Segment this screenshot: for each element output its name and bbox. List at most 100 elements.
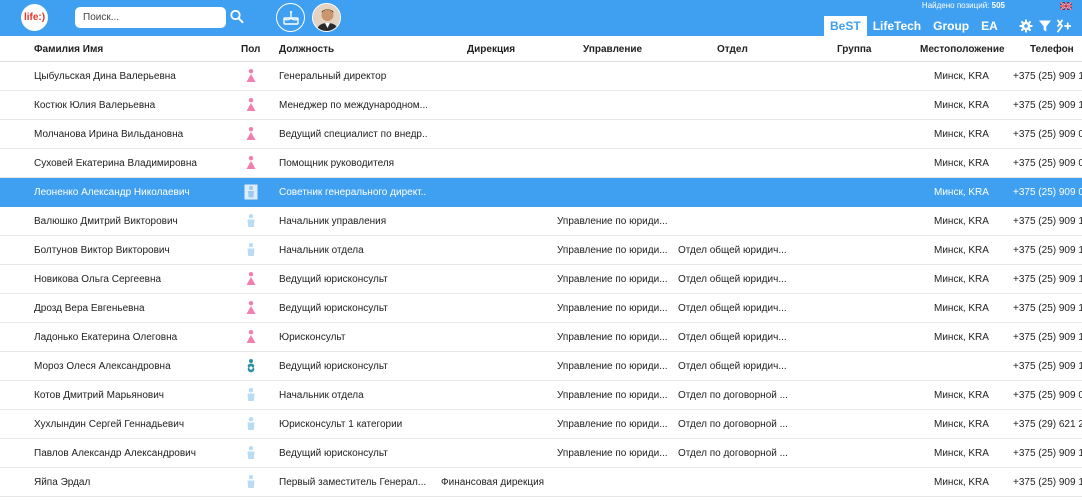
cell-location: Минск, KRA <box>934 390 989 401</box>
tab-group[interactable]: Group <box>927 16 975 36</box>
col-header-position[interactable]: Должность <box>279 44 334 55</box>
cell-management: Управление по юриди... <box>557 448 668 459</box>
table-row[interactable]: Костюк Юлия Валерьевна Менеджер по междун… <box>0 91 1082 120</box>
cell-phone: +375 (25) 909 09 <box>1013 390 1082 401</box>
toolbar-icons <box>1019 19 1071 33</box>
table-row[interactable]: Валюшко Дмитрий Викторович Начальник упра… <box>0 207 1082 236</box>
table-row[interactable]: Болтунов Виктор Викторович Начальник отде… <box>0 236 1082 265</box>
cell-phone: +375 (25) 909 01 <box>1013 187 1082 198</box>
cell-department: Отдел по договорной ... <box>678 419 788 430</box>
table-row[interactable]: Молчанова Ирина Вильдановна Ведущий специ… <box>0 120 1082 149</box>
cell-name: Павлов Александр Александрович <box>34 448 196 459</box>
female-icon <box>244 126 258 142</box>
cell-position: Юрисконсульт <box>279 332 346 343</box>
top-bar: life:) Найдено позиций: 505 BeST LifeTec… <box>0 0 1082 36</box>
cell-phone: +375 (25) 909 10 <box>1013 100 1082 111</box>
cell-department: Отдел по договорной ... <box>678 448 788 459</box>
cell-phone: +375 (25) 909 09 <box>1013 129 1082 140</box>
cell-name: Болтунов Виктор Викторович <box>34 245 170 256</box>
found-label-text: Найдено позиций: <box>921 1 990 10</box>
col-header-phone[interactable]: Телефон <box>1030 44 1074 55</box>
tab-ea[interactable]: EA <box>975 16 1004 36</box>
cell-position: Ведущий юрисконсульт <box>279 303 388 314</box>
cell-location: Минск, KRA <box>934 448 989 459</box>
birthday-cake-button[interactable] <box>276 3 305 32</box>
col-header-gender[interactable]: Пол <box>241 44 260 55</box>
cell-position: Ведущий юрисконсульт <box>279 274 388 285</box>
cell-location: Минск, KRA <box>934 332 989 343</box>
table-row[interactable]: Новикова Ольга Сергеевна Ведущий юрисконс… <box>0 265 1082 294</box>
found-count-label: Найдено позиций: 505 <box>922 1 1005 10</box>
tab-lifetech[interactable]: LifeTech <box>867 16 927 36</box>
col-header-department[interactable]: Отдел <box>717 44 748 55</box>
cell-location: Минск, KRA <box>934 216 989 227</box>
col-header-management[interactable]: Управление <box>583 44 642 55</box>
user-avatar[interactable] <box>312 3 341 32</box>
female-icon <box>244 97 258 113</box>
cell-direction: Финансовая дирекция <box>441 477 545 488</box>
cell-name: Котов Дмитрий Марьянович <box>34 390 164 401</box>
table-row[interactable]: Дрозд Вера Евгеньевна Ведущий юрисконсуль… <box>0 294 1082 323</box>
table-row[interactable]: Цыбульская Дина Валерьевна Генеральный ди… <box>0 62 1082 91</box>
cell-name: Новикова Ольга Сергеевна <box>34 274 162 285</box>
cell-location: Минск, KRA <box>934 129 989 140</box>
employee-table-body: Цыбульская Дина Валерьевна Генеральный ди… <box>0 62 1082 497</box>
table-row[interactable]: Яйпа Эрдал Первый заместитель Генерал... Ф… <box>0 468 1082 497</box>
gear-icon[interactable] <box>1019 19 1033 33</box>
cell-name: Хухлындин Сергей Геннадьевич <box>34 419 185 430</box>
cell-location: Минск, KRA <box>934 100 989 111</box>
cell-name: Яйпа Эрдал <box>34 477 91 488</box>
filter-icon[interactable] <box>1038 19 1052 33</box>
table-row[interactable]: Мороз Олеся Александровна Ведущий юрискон… <box>0 352 1082 381</box>
table-row[interactable]: Котов Дмитрий Марьянович Начальник отдела… <box>0 381 1082 410</box>
add-user-icon[interactable] <box>1057 19 1071 33</box>
cell-location: Минск, KRA <box>934 274 989 285</box>
tab-best[interactable]: BeST <box>824 16 867 36</box>
cell-management: Управление по юриди... <box>557 245 668 256</box>
table-row[interactable]: Суховей Екатерина Владимировна Помощник р… <box>0 149 1082 178</box>
cell-name: Мороз Олеся Александровна <box>34 361 171 372</box>
cell-department: Отдел общей юридич... <box>678 361 787 372</box>
cell-location: Минск, KRA <box>934 158 989 169</box>
cell-location: Минск, KRA <box>934 245 989 256</box>
female-icon <box>244 155 258 171</box>
cell-management: Управление по юриди... <box>557 332 668 343</box>
col-header-group[interactable]: Группа <box>837 44 871 55</box>
table-row[interactable]: Ладонько Екатерина Олеговна Юрисконсульт У… <box>0 323 1082 352</box>
cell-phone: +375 (25) 909 12 <box>1013 361 1082 372</box>
cell-management: Управление по юриди... <box>557 419 668 430</box>
cell-position: Менеджер по международном... <box>279 100 427 111</box>
table-row[interactable]: Павлов Александр Александрович Ведущий юр… <box>0 439 1082 468</box>
cell-management: Управление по юриди... <box>557 361 668 372</box>
cell-management: Управление по юриди... <box>557 390 668 401</box>
cell-name: Леоненко Александр Николаевич <box>34 187 190 198</box>
table-row[interactable]: Леоненко Александр Николаевич Советник ге… <box>0 178 1082 207</box>
female-icon <box>244 300 258 316</box>
cell-department: Отдел общей юридич... <box>678 274 787 285</box>
cell-department: Отдел общей юридич... <box>678 303 787 314</box>
search-icon[interactable] <box>230 9 244 25</box>
cell-name: Суховей Екатерина Владимировна <box>34 158 197 169</box>
cell-management: Управление по юриди... <box>557 303 668 314</box>
cell-phone: +375 (25) 909 12 <box>1013 303 1082 314</box>
female-icon <box>244 271 258 287</box>
cell-position: Юрисконсульт 1 категории <box>279 419 403 430</box>
cell-phone: +375 (25) 909 12 <box>1013 332 1082 343</box>
col-header-location[interactable]: Местоположение <box>920 44 1005 55</box>
life-logo[interactable]: life:) <box>21 4 48 31</box>
cell-position: Генеральный директор <box>279 71 387 82</box>
cell-phone: +375 (29) 621 23 <box>1013 419 1082 430</box>
col-header-name[interactable]: Фамилия Имя <box>34 44 103 55</box>
search-input[interactable] <box>75 7 226 28</box>
maternity-icon <box>244 358 258 374</box>
cell-phone: +375 (25) 909 12 <box>1013 245 1082 256</box>
cell-position: Ведущий юрисконсульт <box>279 361 388 372</box>
col-header-direction[interactable]: Дирекция <box>467 44 515 55</box>
cell-name: Цыбульская Дина Валерьевна <box>34 71 176 82</box>
cell-position: Помощник руководителя <box>279 158 395 169</box>
uk-flag-icon[interactable] <box>1060 2 1072 10</box>
logo-text: life:) <box>23 12 46 23</box>
male-icon <box>244 213 258 229</box>
table-row[interactable]: Хухлындин Сергей Геннадьевич Юрисконсульт… <box>0 410 1082 439</box>
female-icon <box>244 329 258 345</box>
